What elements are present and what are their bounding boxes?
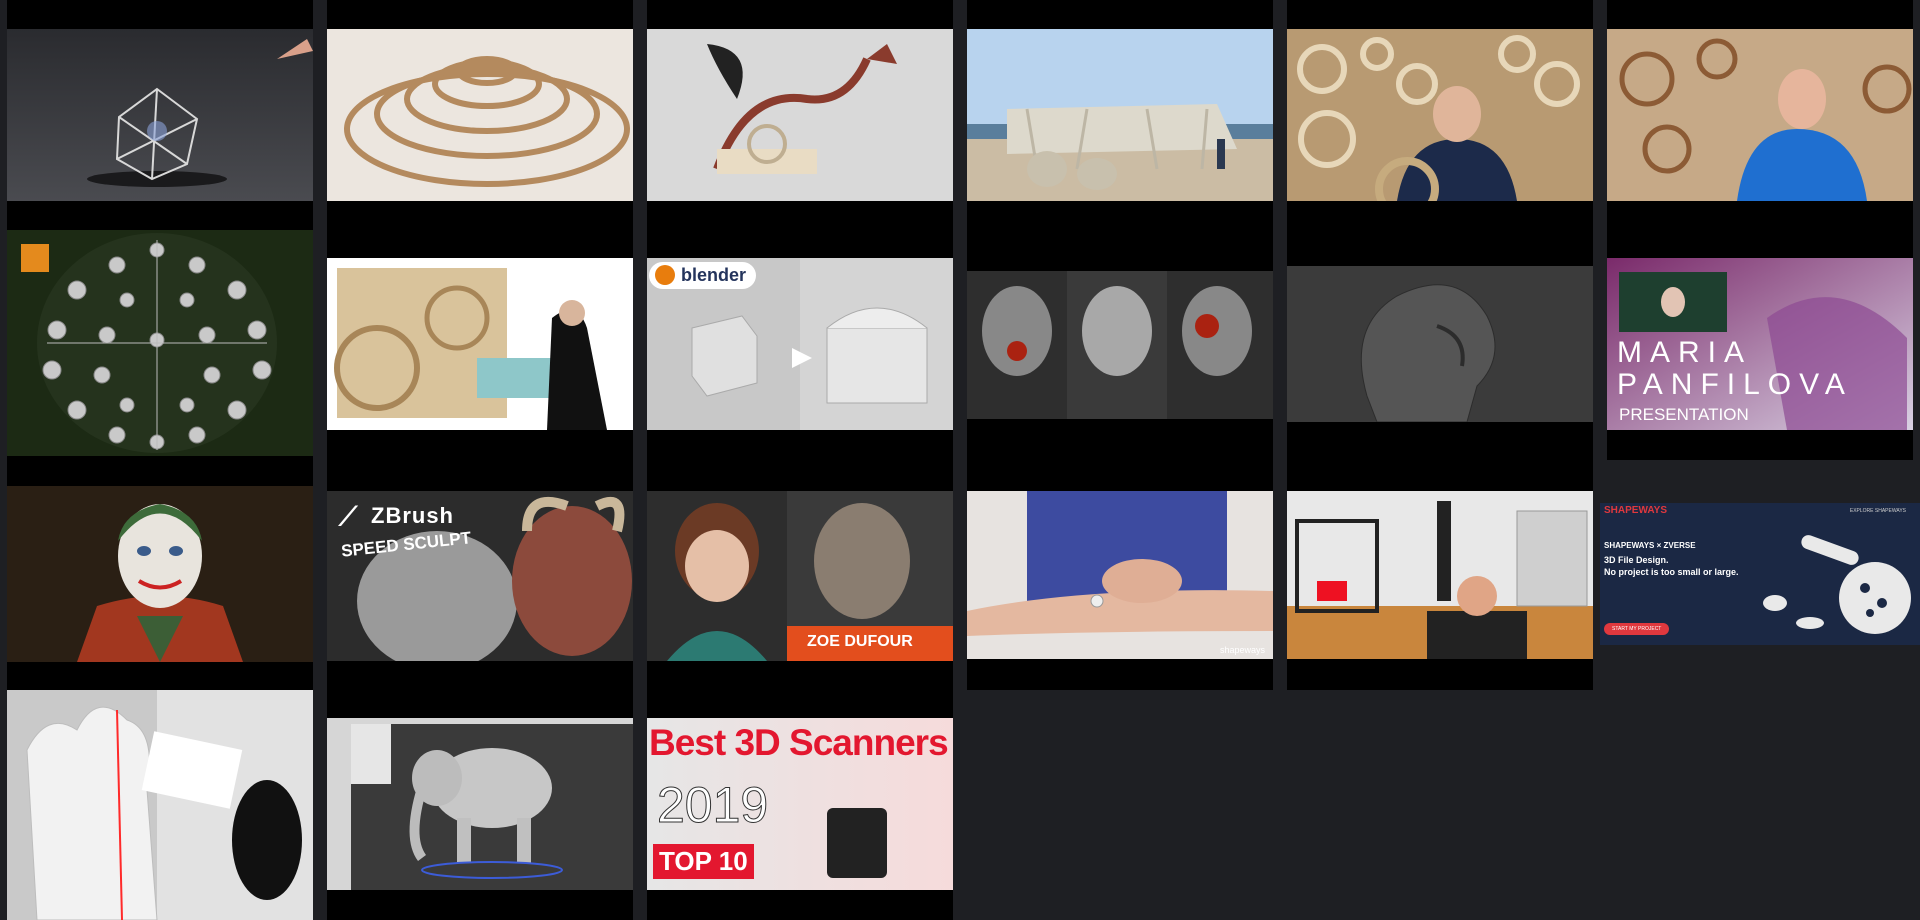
gallery-column-2: ZBrush SPEED SCULPT ⟋ [327,0,633,920]
thumb-elephant-model[interactable] [327,718,633,890]
thumb-joker-sculpt[interactable] [7,486,313,662]
scanners-bg-image [647,718,953,890]
zbrush-demon-image [327,491,633,661]
gears-workshop-image [1287,29,1593,201]
kinetic-sphere-image [7,230,313,456]
robot-head-image [1287,266,1593,422]
mechanical-shoe-image [647,29,953,201]
thumb-zbrush-speed-sculpt[interactable]: ZBrush SPEED SCULPT ⟋ [327,491,633,661]
scan-sculpture-image [7,690,313,920]
zoe-dufour-bust-image [647,491,953,661]
thumb-creature-busts[interactable] [967,271,1273,419]
thumb-maria-panfilova[interactable]: MARIA PANFILOVA PRESENTATION [1607,258,1913,430]
joker-sculpt-image [7,486,313,662]
blender-cube-chest-image [647,258,953,430]
thumb-wooden-gears-man[interactable] [1287,29,1593,201]
thumb-shapeways-website[interactable]: SHAPEWAYS EXPLORE SHAPEWAYS SHAPEWAYS × … [1600,503,1920,645]
thumb-strandbeest[interactable] [967,29,1273,201]
thumb-blender-tutorial[interactable]: blender [647,258,953,430]
gallery-column-5 [1287,0,1593,690]
gears-smiling-man-image [1607,29,1913,201]
gallery-column-4: shapeways [967,0,1273,690]
strandbeest-beach-image [967,29,1273,201]
gallery-column-3: blender ZOE DUFOUR Best 3D Scanners 2019… [647,0,953,920]
printers-desk-image [1287,491,1593,659]
thumb-marble-machine[interactable] [327,258,633,430]
marble-machine-image [327,258,633,430]
thumb-wooden-gears-smiling[interactable] [1607,29,1913,201]
wireframe-cube-image [7,29,313,201]
thumb-3d-scan-sculpture[interactable] [7,690,313,920]
thumb-shapeways-bracelet[interactable]: shapeways [967,491,1273,659]
thumb-zoe-dufour[interactable]: ZOE DUFOUR [647,491,953,661]
bracelet-wrist-image [967,491,1273,659]
shapeways-cta-button[interactable]: START MY PROJECT [1604,623,1670,635]
gallery-column-6: MARIA PANFILOVA PRESENTATION [1607,0,1913,460]
thumb-kinetic-sphere[interactable] [7,230,313,456]
thumb-best-3d-scanners[interactable]: Best 3D Scanners 2019 TOP 10 [647,718,953,890]
thumb-wooden-spiral[interactable] [327,29,633,201]
thumb-3d-printers[interactable] [1287,491,1593,659]
thumb-mechanical-shoe[interactable] [647,29,953,201]
thumb-wireframe-cube[interactable] [7,29,313,201]
wooden-spiral-image [327,29,633,201]
elephant-model-image [327,718,633,890]
creature-busts-image [967,271,1273,419]
maria-panfilova-image [1607,258,1913,430]
gallery-column-1 [7,0,313,920]
thumb-robot-head[interactable] [1287,266,1593,422]
